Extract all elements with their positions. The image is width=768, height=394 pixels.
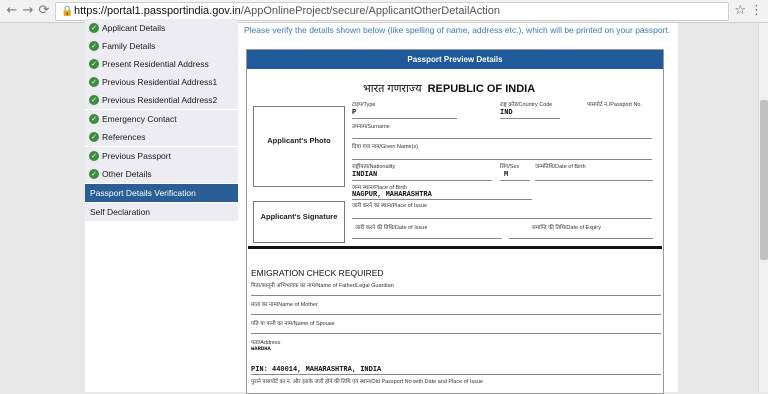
sex-value: M <box>504 171 509 179</box>
document-title: भारत गणराज्य REPUBLIC OF INDIA <box>363 81 535 96</box>
sidebar-item-label: Applicant Details <box>102 23 166 33</box>
document-title-hindi: भारत गणराज्य <box>363 83 422 95</box>
father-name-label: पिता/कानूनी अभिभावक का नाम/Name of Fathe… <box>251 283 394 289</box>
surname-label: उपनाम/Surname <box>352 124 390 130</box>
sidebar-item-label: Passport Details Verification <box>90 188 196 198</box>
field-underline <box>509 238 653 239</box>
sidebar: ✓ Applicant Details ✓ Family Details ✓ P… <box>85 19 238 392</box>
url-host: https://portal1.passportindia.gov.in <box>74 5 241 17</box>
field-underline <box>251 333 661 334</box>
country-code-value: IND <box>500 109 513 117</box>
old-passport-label: पुराने पासपोर्ट का नं. और इसके जारी होने… <box>251 379 483 385</box>
field-underline <box>251 374 661 375</box>
sidebar-item-emergency-contact[interactable]: ✓ Emergency Contact <box>85 110 238 128</box>
sidebar-item-label: References <box>102 132 146 142</box>
panel-title: Passport Preview Details <box>247 50 663 69</box>
check-circle-icon: ✓ <box>89 95 99 105</box>
verify-notice: Please verify the details shown below (l… <box>244 25 671 35</box>
given-name-label: दिया गया नाम/Given Name(s) <box>352 144 419 150</box>
place-of-issue-label: जारी करने का स्थान/Place of Issue <box>352 203 428 209</box>
sidebar-item-label: Previous Residential Address1 <box>102 77 218 87</box>
field-underline <box>352 199 532 200</box>
place-of-birth-value: NAGPUR, MAHARASHTRA <box>352 191 432 199</box>
page-margin-right <box>678 23 758 392</box>
address-value-partial: WARDHA <box>251 345 271 352</box>
passport-preview-panel: Passport Preview Details भारत गणराज्य REP… <box>246 49 664 394</box>
sidebar-item-self-declaration[interactable]: Self Declaration <box>85 203 238 221</box>
dob-label: जन्मतिथि/Date of Birth <box>535 164 586 170</box>
sidebar-item-label: Family Details <box>102 41 156 51</box>
sidebar-item-other-details[interactable]: ✓ Other Details <box>85 165 238 183</box>
main-content: Please verify the details shown below (l… <box>238 23 678 394</box>
nationality-value: INDIAN <box>352 171 378 179</box>
sidebar-item-label: Previous Passport <box>102 151 171 161</box>
applicant-photo-box: Applicant's Photo <box>253 106 345 187</box>
sex-label: लिंग/Sex <box>500 164 520 170</box>
field-underline <box>535 180 653 181</box>
scrollbar-thumb[interactable] <box>760 100 768 260</box>
field-underline <box>251 314 661 315</box>
sidebar-item-applicant-details[interactable]: ✓ Applicant Details <box>85 19 238 37</box>
check-circle-icon: ✓ <box>89 132 99 142</box>
page-margin-left <box>0 23 85 392</box>
check-circle-icon: ✓ <box>89 59 99 69</box>
sidebar-item-passport-verification[interactable]: Passport Details Verification <box>85 184 238 202</box>
url-text: https://portal1.passportindia.gov.in/App… <box>74 3 500 20</box>
browser-menu-icon[interactable]: ⋮ <box>750 3 763 19</box>
lock-icon: 🔒 <box>61 6 74 17</box>
check-circle-icon: ✓ <box>89 114 99 124</box>
sidebar-item-references[interactable]: ✓ References <box>85 128 238 146</box>
sidebar-item-previous-address1[interactable]: ✓ Previous Residential Address1 <box>85 73 238 91</box>
check-circle-icon: ✓ <box>89 41 99 51</box>
bookmark-star-icon[interactable]: ☆ <box>734 3 746 19</box>
document-title-english: REPUBLIC OF INDIA <box>427 83 536 95</box>
url-path: /AppOnlineProject/secure/ApplicantOtherD… <box>240 5 500 17</box>
date-of-expiry-label: समाप्ति की तिथि/Date of Expiry <box>532 225 601 231</box>
field-underline <box>352 218 652 219</box>
sidebar-item-family-details[interactable]: ✓ Family Details <box>85 37 238 55</box>
sidebar-item-label: Emergency Contact <box>102 114 177 124</box>
date-of-issue-label: जारी करने की तिथि/Date of Issue <box>355 225 428 231</box>
sidebar-item-previous-passport[interactable]: ✓ Previous Passport <box>85 147 238 165</box>
reload-icon[interactable]: ⟳ <box>36 3 52 19</box>
field-underline <box>352 159 652 160</box>
field-underline <box>352 118 457 119</box>
spouse-name-label: पति या पत्नी का नाम/Name of Spouse <box>251 321 335 327</box>
mother-name-label: माता का नाम/Name of Mother <box>251 302 318 308</box>
address-pin-line: PIN: 440014, MAHARASHTRA, INDIA <box>251 366 382 374</box>
signature-label: Applicant's Signature <box>260 212 338 221</box>
field-underline <box>500 118 560 119</box>
type-label: टाइप/Type <box>352 102 376 108</box>
type-value: P <box>352 109 357 117</box>
nationality-label: राष्ट्रीयता/Nationality <box>352 164 396 170</box>
sidebar-item-label: Present Residential Address <box>102 59 209 69</box>
check-circle-icon: ✓ <box>89 23 99 33</box>
back-icon[interactable]: ← <box>4 3 20 19</box>
place-of-birth-label: जन्म स्थान/Place of Birth <box>352 185 407 191</box>
field-underline <box>251 295 661 296</box>
passport-no-label: पासपोर्ट नं./Passport No. <box>587 102 643 108</box>
photo-label: Applicant's Photo <box>267 136 331 145</box>
sidebar-item-label: Self Declaration <box>90 207 151 217</box>
applicant-signature-box: Applicant's Signature <box>253 201 345 243</box>
sidebar-item-label: Previous Residential Address2 <box>102 95 218 105</box>
field-underline <box>352 238 502 239</box>
field-underline <box>352 180 492 181</box>
field-underline <box>500 180 530 181</box>
emigration-check-text: EMIGRATION CHECK REQUIRED <box>251 268 384 278</box>
sidebar-item-present-address[interactable]: ✓ Present Residential Address <box>85 55 238 73</box>
section-divider <box>248 246 662 249</box>
sidebar-item-label: Other Details <box>102 169 152 179</box>
vertical-scrollbar[interactable] <box>758 23 768 392</box>
field-underline <box>352 138 652 139</box>
check-circle-icon: ✓ <box>89 169 99 179</box>
country-code-label: राष्ट्र कोड/Country Code <box>500 102 553 108</box>
forward-icon[interactable]: → <box>20 3 36 19</box>
sidebar-item-previous-address2[interactable]: ✓ Previous Residential Address2 <box>85 91 238 109</box>
check-circle-icon: ✓ <box>89 77 99 87</box>
check-circle-icon: ✓ <box>89 151 99 161</box>
